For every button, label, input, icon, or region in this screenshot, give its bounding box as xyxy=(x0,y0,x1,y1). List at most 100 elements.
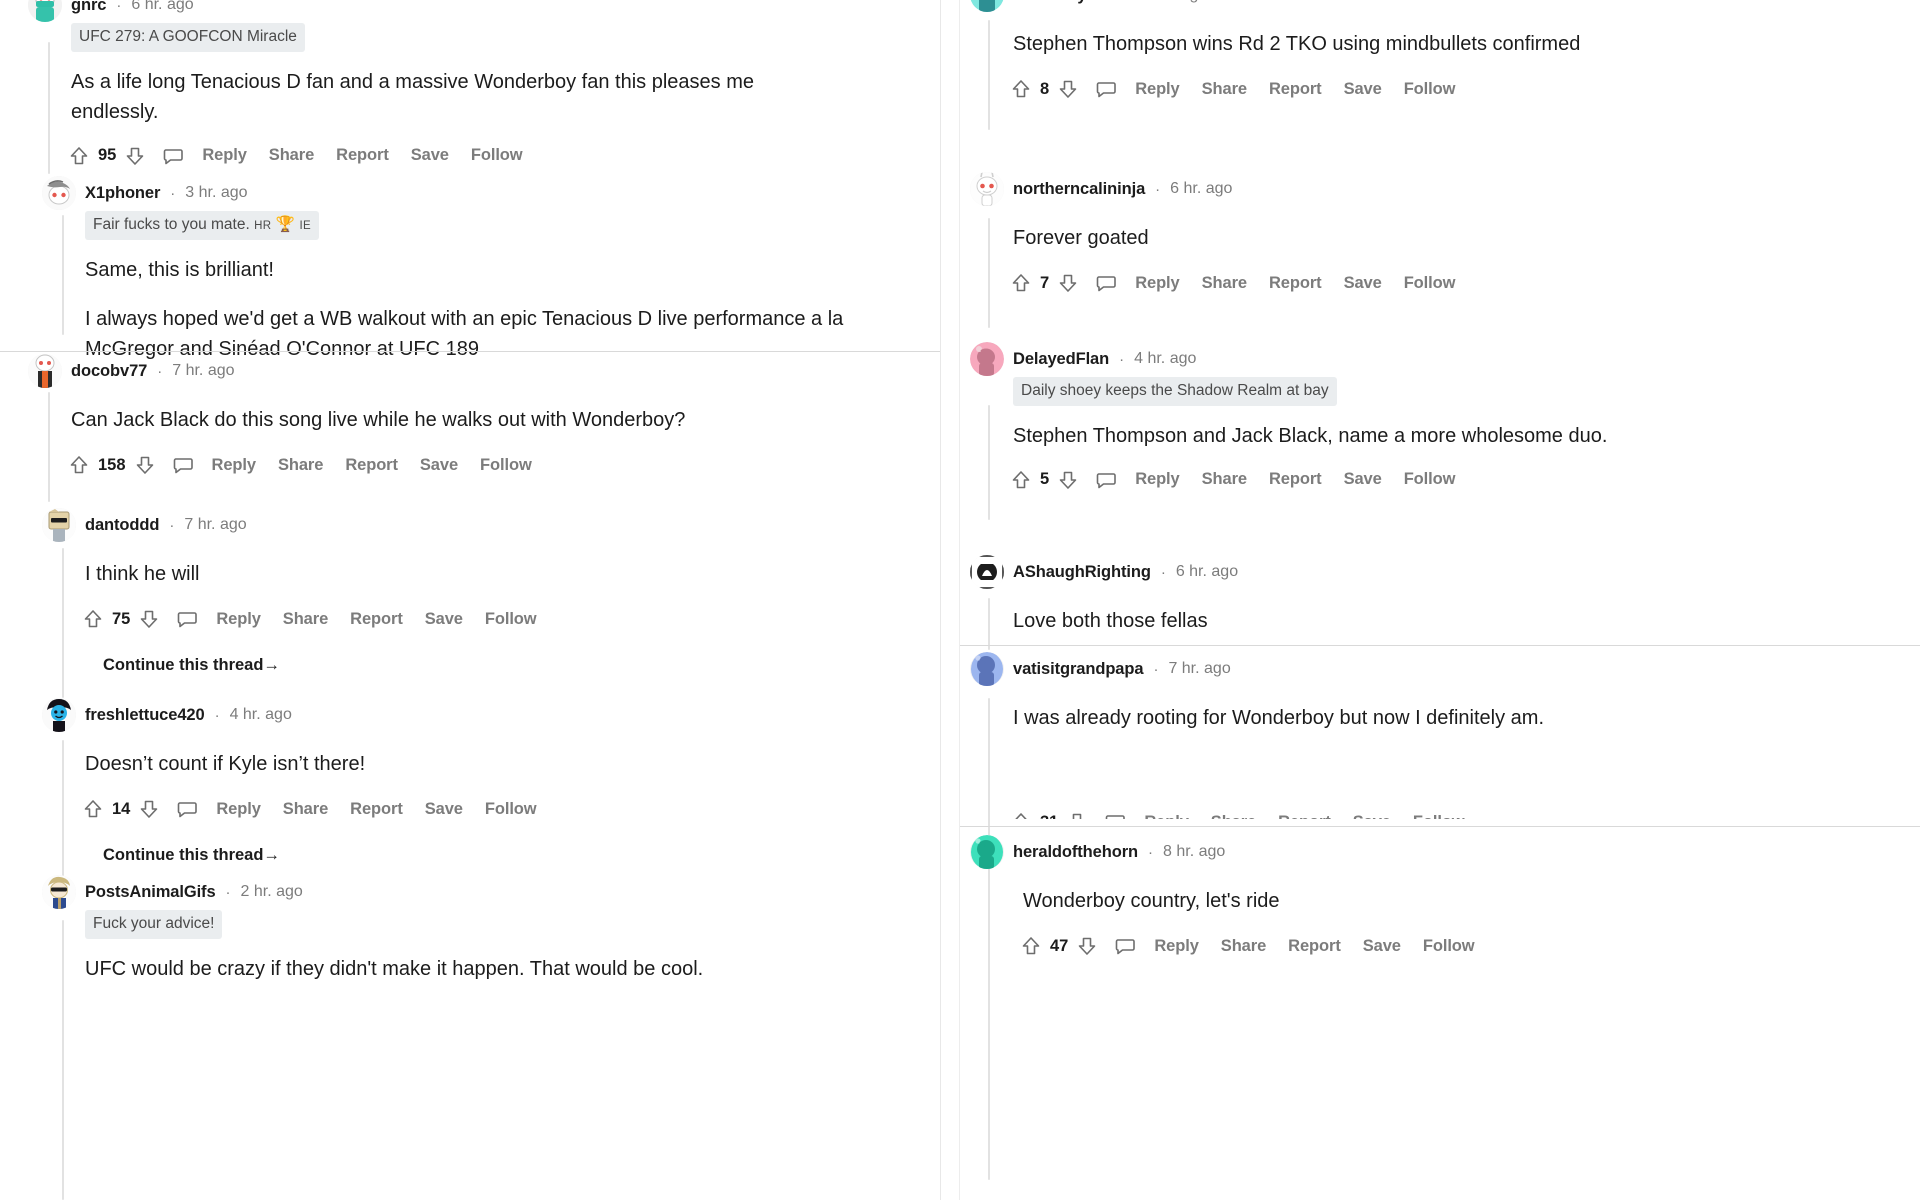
report-button[interactable]: Report xyxy=(1269,80,1322,99)
downvote-arrow-icon[interactable] xyxy=(134,454,156,476)
share-button[interactable]: Share xyxy=(1221,937,1266,956)
upvote-arrow-icon[interactable] xyxy=(1020,935,1042,957)
report-button[interactable]: Report xyxy=(1288,937,1341,956)
comment-bubble-icon[interactable] xyxy=(1095,469,1117,491)
downvote-arrow-icon[interactable] xyxy=(138,798,160,820)
downvote-arrow-icon[interactable] xyxy=(138,608,160,630)
avatar[interactable] xyxy=(28,0,62,22)
follow-button[interactable]: Follow xyxy=(1404,80,1456,99)
avatar[interactable] xyxy=(970,172,1004,206)
comment-username[interactable]: heraldofthehorn xyxy=(1013,843,1138,862)
avatar[interactable] xyxy=(42,508,76,542)
avatar[interactable] xyxy=(28,354,62,388)
reply-button[interactable]: Reply xyxy=(212,456,257,475)
comment-bubble-icon[interactable] xyxy=(1104,811,1126,819)
share-button[interactable]: Share xyxy=(1202,470,1247,489)
share-button[interactable]: Share xyxy=(1211,813,1256,820)
save-button[interactable]: Save xyxy=(1363,937,1401,956)
comment-username[interactable]: PostsAnimalGifs xyxy=(85,883,216,902)
comment-bubble-icon[interactable] xyxy=(162,145,184,167)
avatar[interactable] xyxy=(970,0,1004,12)
comment-username[interactable]: BirdLawyer50 xyxy=(1013,0,1120,5)
comment-bubble-icon[interactable] xyxy=(172,454,194,476)
report-button[interactable]: Report xyxy=(350,800,403,819)
avatar[interactable] xyxy=(42,875,76,909)
follow-button[interactable]: Follow xyxy=(480,456,532,475)
save-button[interactable]: Save xyxy=(420,456,458,475)
upvote-arrow-icon[interactable] xyxy=(1010,78,1032,100)
reply-button[interactable]: Reply xyxy=(1154,937,1199,956)
avatar[interactable] xyxy=(42,176,76,210)
downvote-arrow-icon[interactable] xyxy=(1057,78,1079,100)
downvote-arrow-icon[interactable] xyxy=(1066,811,1088,819)
downvote-arrow-icon[interactable] xyxy=(1057,469,1079,491)
save-button[interactable]: Save xyxy=(1344,80,1382,99)
share-button[interactable]: Share xyxy=(283,800,328,819)
share-button[interactable]: Share xyxy=(1202,80,1247,99)
downvote-arrow-icon[interactable] xyxy=(1057,272,1079,294)
avatar[interactable] xyxy=(970,342,1004,376)
comment-bubble-icon[interactable] xyxy=(1114,935,1136,957)
report-button[interactable]: Report xyxy=(1269,470,1322,489)
comment-username[interactable]: vatisitgrandpapa xyxy=(1013,660,1144,679)
report-button[interactable]: Report xyxy=(345,456,398,475)
follow-button[interactable]: Follow xyxy=(1413,813,1465,820)
report-button[interactable]: Report xyxy=(1269,274,1322,293)
upvote-arrow-icon[interactable] xyxy=(1010,811,1032,819)
share-button[interactable]: Share xyxy=(1202,274,1247,293)
upvote-arrow-icon[interactable] xyxy=(82,608,104,630)
downvote-arrow-icon[interactable] xyxy=(124,145,146,167)
save-button[interactable]: Save xyxy=(425,610,463,629)
reply-button[interactable]: Reply xyxy=(1135,470,1180,489)
comment-username[interactable]: X1phoner xyxy=(85,184,160,203)
report-button[interactable]: Report xyxy=(1278,813,1331,820)
save-button[interactable]: Save xyxy=(425,800,463,819)
follow-button[interactable]: Follow xyxy=(1404,470,1456,489)
comment-header: dantoddd · 7 hr. ago xyxy=(42,508,940,542)
comment-bubble-icon[interactable] xyxy=(1095,78,1117,100)
follow-button[interactable]: Follow xyxy=(1423,937,1475,956)
upvote-arrow-icon[interactable] xyxy=(68,454,90,476)
comment-actions: 5 Reply Share Report Save Follow xyxy=(1010,465,1910,495)
comment-bubble-icon[interactable] xyxy=(1095,272,1117,294)
reply-button[interactable]: Reply xyxy=(216,800,261,819)
downvote-arrow-icon[interactable] xyxy=(1076,935,1098,957)
save-button[interactable]: Save xyxy=(411,146,449,165)
save-button[interactable]: Save xyxy=(1353,813,1391,820)
avatar[interactable] xyxy=(970,555,1004,589)
comment-username[interactable]: docobv77 xyxy=(71,362,147,381)
follow-button[interactable]: Follow xyxy=(471,146,523,165)
reply-button[interactable]: Reply xyxy=(202,146,247,165)
comment-username[interactable]: AShaughRighting xyxy=(1013,563,1151,582)
comment-username[interactable]: gnrc xyxy=(71,0,106,15)
comment-bubble-icon[interactable] xyxy=(176,798,198,820)
comment-username[interactable]: DelayedFlan xyxy=(1013,350,1109,369)
comment-username[interactable]: northerncalininja xyxy=(1013,180,1145,199)
reply-button[interactable]: Reply xyxy=(1135,80,1180,99)
upvote-arrow-icon[interactable] xyxy=(82,798,104,820)
comment-bubble-icon[interactable] xyxy=(176,608,198,630)
follow-button[interactable]: Follow xyxy=(485,610,537,629)
follow-button[interactable]: Follow xyxy=(1404,274,1456,293)
share-button[interactable]: Share xyxy=(269,146,314,165)
save-button[interactable]: Save xyxy=(1344,274,1382,293)
upvote-arrow-icon[interactable] xyxy=(1010,469,1032,491)
reply-button[interactable]: Reply xyxy=(1144,813,1189,820)
share-button[interactable]: Share xyxy=(278,456,323,475)
comment-username[interactable]: freshlettuce420 xyxy=(85,706,205,725)
continue-thread-link[interactable]: Continue this thread→ xyxy=(103,846,940,865)
upvote-arrow-icon[interactable] xyxy=(68,145,90,167)
upvote-arrow-icon[interactable] xyxy=(1010,272,1032,294)
continue-thread-link[interactable]: Continue this thread→ xyxy=(103,656,940,675)
avatar[interactable] xyxy=(970,835,1004,869)
comment-username[interactable]: dantoddd xyxy=(85,516,159,535)
share-button[interactable]: Share xyxy=(283,610,328,629)
reply-button[interactable]: Reply xyxy=(216,610,261,629)
report-button[interactable]: Report xyxy=(336,146,389,165)
avatar[interactable] xyxy=(42,698,76,732)
report-button[interactable]: Report xyxy=(350,610,403,629)
avatar[interactable] xyxy=(970,652,1004,686)
save-button[interactable]: Save xyxy=(1344,470,1382,489)
follow-button[interactable]: Follow xyxy=(485,800,537,819)
reply-button[interactable]: Reply xyxy=(1135,274,1180,293)
